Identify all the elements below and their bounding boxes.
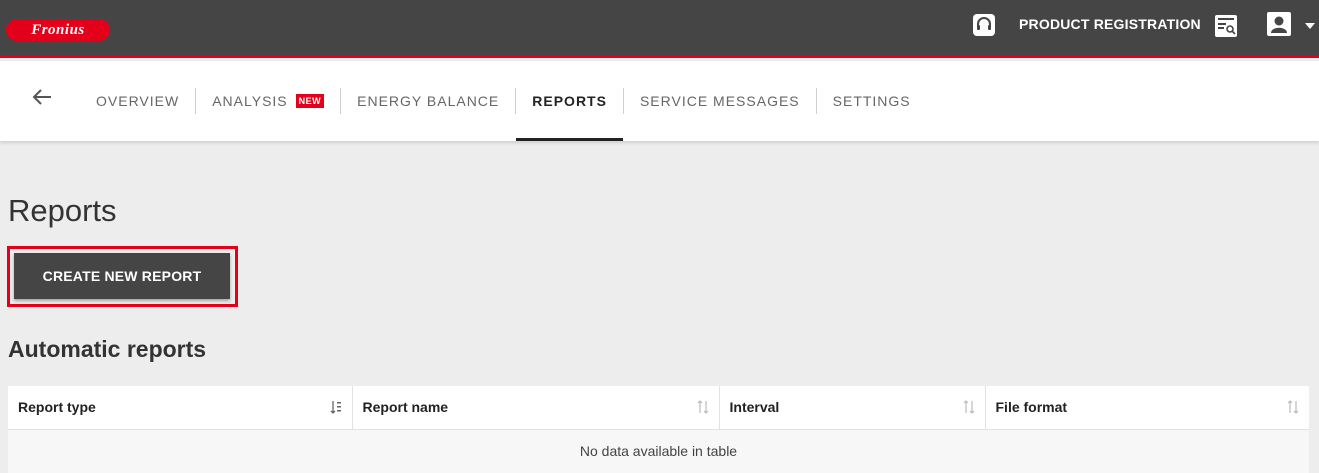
- tab-label: ANALYSIS: [212, 93, 288, 109]
- column-header-interval[interactable]: Interval: [719, 386, 986, 429]
- column-header-file-format[interactable]: File format: [985, 386, 1309, 429]
- sort-icon[interactable]: [697, 399, 709, 415]
- column-label: Interval: [729, 399, 780, 416]
- empty-table-message: No data available in table: [8, 428, 1309, 473]
- tab-overview[interactable]: OVERVIEW: [80, 61, 195, 141]
- sort-icon[interactable]: [963, 399, 975, 415]
- top-header: Fronius PRODUCT REGISTRATION: [0, 0, 1319, 58]
- section-title: Automatic reports: [8, 336, 207, 362]
- column-header-report-name[interactable]: Report name: [352, 386, 720, 429]
- product-registration-link[interactable]: PRODUCT REGISTRATION: [1019, 16, 1201, 32]
- tab-label: SETTINGS: [832, 93, 911, 109]
- column-label: Report type: [18, 399, 96, 416]
- column-header-report-type[interactable]: Report type: [8, 386, 353, 429]
- main-nav: OVERVIEW ANALYSIS NEW ENERGY BALANCE REPO…: [0, 61, 1319, 141]
- page-title: Reports: [8, 193, 117, 228]
- nav-tabs: OVERVIEW ANALYSIS NEW ENERGY BALANCE REPO…: [80, 61, 927, 141]
- automatic-reports-table: Report type Report name Interval File fo…: [8, 386, 1309, 473]
- tab-service-messages[interactable]: SERVICE MESSAGES: [624, 61, 816, 141]
- tab-settings[interactable]: SETTINGS: [817, 61, 927, 141]
- column-label: Report name: [362, 399, 449, 416]
- table-header-row: Report type Report name Interval File fo…: [8, 386, 1309, 429]
- tab-energy-balance[interactable]: ENERGY BALANCE: [341, 61, 515, 141]
- back-arrow-icon[interactable]: [32, 88, 52, 106]
- create-new-report-button[interactable]: CREATE NEW REPORT: [14, 253, 230, 299]
- tab-label: OVERVIEW: [96, 93, 180, 109]
- tab-label: ENERGY BALANCE: [357, 93, 500, 109]
- fronius-logo[interactable]: Fronius: [6, 19, 110, 41]
- headset-icon[interactable]: [972, 13, 996, 37]
- column-label: File format: [995, 399, 1068, 416]
- sort-icon[interactable]: [1287, 399, 1299, 415]
- tab-label: REPORTS: [532, 93, 607, 109]
- registration-icon[interactable]: [1214, 14, 1238, 38]
- tab-label: SERVICE MESSAGES: [639, 93, 800, 109]
- sort-ascending-icon[interactable]: [330, 399, 342, 415]
- new-badge: NEW: [295, 94, 325, 108]
- tab-reports[interactable]: REPORTS: [516, 61, 623, 141]
- table-row: No data available in table: [8, 428, 1309, 473]
- tab-analysis[interactable]: ANALYSIS NEW: [196, 61, 340, 141]
- caret-down-icon[interactable]: [1305, 23, 1315, 29]
- user-icon[interactable]: [1266, 11, 1292, 37]
